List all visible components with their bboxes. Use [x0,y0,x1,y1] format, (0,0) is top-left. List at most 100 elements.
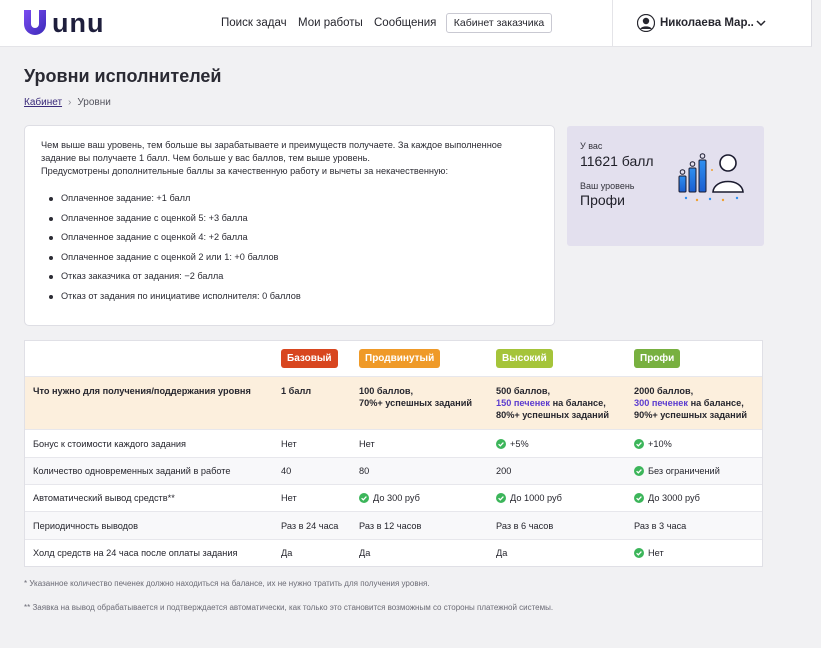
nav-search-tasks[interactable]: Поиск задач [221,0,287,46]
cell-value: Да [496,548,508,558]
logo[interactable]: unu [24,9,104,37]
cell-text: Раз в 6 часов [496,520,618,532]
nav-messages[interactable]: Сообщения [374,0,436,46]
cookies-amount: 150 печенек [496,398,551,408]
cell-value: Раз в 12 часов [359,520,422,531]
breadcrumb-current: Уровни [77,97,111,108]
chevron-down-icon [756,20,766,27]
cell-value: Нет [281,438,297,449]
table-cell: 2000 баллов, 300 печенек на балансе, 90%+ … [626,377,762,429]
table-cell: 40 [273,458,351,484]
levels-comparison-table: Базовый Продвинутый Высокий Профи Что нужно … [24,340,763,567]
cell-value: +5% [510,438,529,449]
breadcrumb-home-link[interactable]: Кабинет [24,97,62,108]
check-icon [634,466,644,476]
cell-value: 500 баллов, [496,386,551,396]
cell-value: Нет [359,438,375,449]
cell-value: До 3000 руб [648,493,700,503]
nav-search-tasks-label[interactable]: Поиск задач [221,17,287,29]
cell-value: 1 балл [281,386,312,396]
info-paragraph: Чем выше ваш уровень, тем больше вы зара… [41,140,503,163]
customer-cabinet-button[interactable]: Кабинет заказчика [446,13,552,33]
cookies-amount: 300 печенек [634,398,689,408]
level-badge: Высокий [496,349,553,368]
cell-value: 100 баллов, [359,386,414,396]
cell-value: 90%+ успешных заданий [634,410,748,420]
cell-value: 70%+ успешных заданий [359,398,473,408]
cell-text: Нет [359,438,480,450]
row-label: Что нужно для получения/поддержания уров… [33,386,251,396]
table-header-empty [25,341,273,376]
cell-text: 150 печенек на балансе, [496,397,618,409]
table-cell: 100 баллов, 70%+ успешных заданий [351,377,488,429]
table-cell: Нет [626,540,762,566]
row-label: Количество одновременных заданий в работ… [33,466,231,476]
breadcrumb: Кабинет › Уровни [24,97,111,108]
cell-text: Раз в 3 часа [634,520,754,532]
points-value: 11621 балл [580,153,654,169]
cell-text: +10% [634,438,754,450]
check-icon [634,548,644,558]
cell-value: До 1000 руб [510,493,562,503]
row-label: Холд средств на 24 часа после оплаты зад… [33,548,238,558]
cell-value: Раз в 24 часа [281,520,339,531]
cell-value: Да [281,548,293,558]
table-header-cell: Базовый [273,341,351,376]
list-item: Оплаченное задание: +1 балл [41,192,538,212]
cell-value: Без ограничений [648,466,720,476]
table-cell: Нет [351,430,488,457]
page-title: Уровни исполнителей [24,66,222,86]
cell-text: Без ограничений [634,465,754,477]
table-cell: 500 баллов, 150 печенек на балансе, 80%+ у… [488,377,626,429]
cell-text: До 3000 руб [634,492,754,504]
user-name: Николаева Мар.. [660,17,754,29]
list-item: Оплаченное задание с оценкой 5: +3 балла [41,212,538,232]
row-label: Автоматический вывод средств** [33,493,175,503]
table-header-row: Базовый Продвинутый Высокий Профи [25,341,762,376]
user-menu[interactable]: Николаева Мар.. [637,13,766,33]
level-label: Ваш уровень [580,181,635,191]
cell-text: 80%+ успешных заданий [496,409,618,421]
cell-text: Да [281,547,343,559]
list-item: Отказ от задания по инициативе исполните… [41,290,538,310]
nav-my-works[interactable]: Мои работы [298,0,363,46]
table-cell: Да [273,540,351,566]
cell-text: 1 балл [281,385,343,397]
table-cell: До 3000 руб [626,485,762,511]
cell-text: Нет [281,492,343,504]
nav-messages-label[interactable]: Сообщения [374,17,436,29]
cell-text: 40 [281,465,343,477]
table-cell: +10% [626,430,762,457]
check-icon [359,493,369,503]
level-growth-illustration-icon [678,153,744,202]
cell-text: 90%+ успешных заданий [634,409,754,421]
cell-value: +10% [648,438,672,449]
table-cell: 1 балл [273,377,351,429]
check-icon [634,438,644,449]
table-cell: Да [351,540,488,566]
avatar-icon [637,14,655,32]
info-paragraph-bonus: Предусмотрены дополнительные баллы за ка… [41,166,449,176]
cell-text: Нет [281,438,343,450]
logo-text: unu [52,8,105,38]
table-cell: Раз в 6 часов [488,512,626,539]
row-label: Бонус к стоимости каждого задания [33,438,187,449]
table-row: Бонус к стоимости каждого задания Нет Нет +… [25,429,762,457]
cell-value: Раз в 6 часов [496,520,554,531]
table-cell: Да [488,540,626,566]
table-cell: Нет [273,485,351,511]
cell-text: Да [359,547,480,559]
cell-value: Нет [281,493,297,503]
nav-my-works-label[interactable]: Мои работы [298,17,363,29]
table-header-cell: Профи [626,341,762,376]
cell-text: Раз в 24 часа [281,520,343,532]
cell-value: Раз в 3 часа [634,520,687,531]
level-badge: Профи [634,349,681,368]
cell-value: Нет [648,548,664,558]
cell-value: на балансе, [688,398,744,408]
table-cell: 80 [351,458,488,484]
list-item: Оплаченное задание с оценкой 4: +2 балла [41,231,538,251]
cell-text: Да [496,547,618,559]
list-item: Оплаченное задание с оценкой 2 или 1: +0… [41,251,538,271]
cell-value: 200 [496,466,512,476]
